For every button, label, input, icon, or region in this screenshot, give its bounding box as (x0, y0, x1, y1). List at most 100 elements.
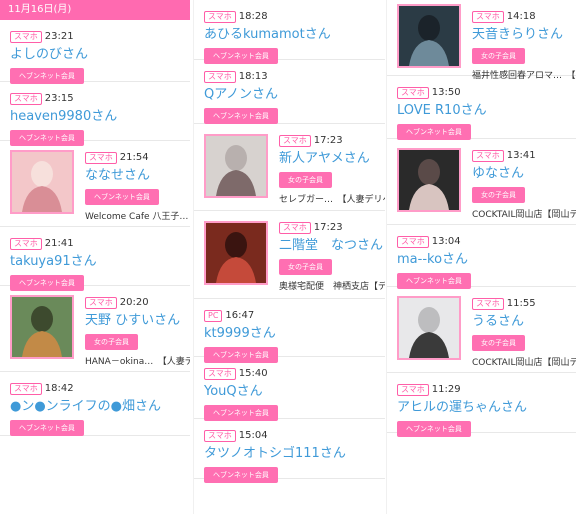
user-name-link[interactable]: kt9999さん (204, 326, 385, 342)
heaven-member-tag[interactable]: ヘブンネット会員 (397, 421, 471, 437)
heaven-member-tag[interactable]: ヘブンネット会員 (204, 108, 278, 124)
smartphone-badge: スマホ (472, 10, 504, 23)
row-meta: スマホ 21:54 (85, 147, 190, 166)
user-name-link[interactable]: 天野 ひすいさん (85, 313, 190, 329)
row-info: スマホ 23:21 よしのびさん ヘブンネット会員 (0, 20, 190, 84)
user-name-link[interactable]: ゆなさん (472, 166, 576, 182)
row-meta: スマホ 14:18 (472, 6, 576, 25)
pc-badge: PC (204, 309, 223, 322)
user-name-link[interactable]: takuya91さん (10, 254, 190, 270)
feed-column-3: スマホ 14:18 天音きらりさん 女の子会員 福井性感回春アロマ… 【出 スマホ 13:5… (386, 0, 576, 514)
user-photo[interactable] (204, 221, 268, 285)
girl-member-tag[interactable]: 女の子会員 (279, 172, 332, 188)
shop-name[interactable]: セレブガー… 【人妻デリヘ (279, 192, 385, 205)
feed-row[interactable]: スマホ 15:40 YouQさん ヘブンネット会員 (194, 357, 385, 421)
user-photo[interactable] (204, 133, 268, 198)
post-time: 23:21 (44, 31, 74, 42)
user-name-link[interactable]: YouQさん (204, 384, 385, 400)
user-name-link[interactable]: ななせさん (85, 168, 190, 184)
smartphone-badge: スマホ (10, 92, 42, 105)
shop-name[interactable]: HANA－okina… 【人妻デリ (85, 354, 190, 367)
post-time: 21:41 (44, 238, 74, 249)
feed-row[interactable]: スマホ20:20 天野 ひすいさん女の子会員 HANA－okina… 【人妻デリ (0, 286, 190, 372)
shop-name[interactable]: Welcome Cafe 八王子… 【 (85, 209, 190, 222)
activity-feed: 11月16日(月) スマホ 23:21 よしのびさん ヘブンネット会員 スマホ 23:15… (0, 0, 576, 514)
post-time: 17:23 (313, 135, 343, 146)
row-info: スマホ 14:18 天音きらりさん 女の子会員 福井性感回春アロマ… 【出 (472, 0, 576, 81)
feed-row[interactable]: スマホ21:54 ななせさんヘブンネット会員 Welcome Cafe 八王子… 【 (0, 141, 190, 227)
user-name-link[interactable]: 二階堂 なつさん (279, 238, 385, 254)
feed-column-1: 11月16日(月) スマホ 23:21 よしのびさん ヘブンネット会員 スマホ 23:15… (0, 0, 190, 514)
heaven-member-tag[interactable]: ヘブンネット会員 (10, 420, 84, 436)
photo-image (12, 152, 72, 212)
post-time: 23:15 (44, 93, 74, 104)
user-name-link[interactable]: Qアノンさん (204, 87, 385, 103)
user-photo[interactable] (10, 295, 74, 359)
feed-row[interactable]: スマホ 18:42 ●ン●ンライフの●畑さん ヘブンネット会員 (0, 372, 190, 436)
feed-row[interactable]: スマホ 21:41 takuya91さん ヘブンネット会員 (0, 227, 190, 291)
feed-row[interactable]: スマホ 13:41 ゆなさん 女の子会員 COCKTAIL岡山店【岡山デリ (387, 139, 576, 225)
post-time: 13:41 (506, 150, 536, 161)
user-photo[interactable] (397, 4, 461, 68)
feed-row[interactable]: スマホ 23:15 heaven9980さん ヘブンネット会員 (0, 82, 190, 146)
feed-row[interactable]: スマホ 18:13 Qアノンさん ヘブンネット会員 (194, 60, 385, 124)
row-meta: スマホ 11:29 (397, 379, 576, 398)
user-photo[interactable] (397, 148, 461, 212)
smartphone-badge: スマホ (10, 30, 42, 43)
feed-row[interactable]: スマホ 11:29 アヒルの運ちゃんさん ヘブンネット会員 (387, 373, 576, 437)
smartphone-badge: スマホ (10, 237, 42, 250)
shop-name[interactable]: 奥様宅配便 神栖支店【デリ (279, 279, 385, 292)
user-photo[interactable] (397, 296, 461, 360)
user-name-link[interactable]: ●ン●ンライフの●畑さん (10, 399, 190, 415)
post-time: 18:42 (44, 383, 74, 394)
feed-row[interactable]: スマホ 23:21 よしのびさん ヘブンネット会員 (0, 20, 190, 84)
girl-member-tag[interactable]: 女の子会員 (472, 48, 525, 64)
feed-row[interactable]: スマホ 13:50 LOVE R10さん ヘブンネット会員 (387, 76, 576, 140)
girl-member-tag[interactable]: 女の子会員 (279, 259, 332, 275)
heaven-member-tag[interactable]: ヘブンネット会員 (85, 189, 159, 205)
smartphone-badge: スマホ (204, 367, 236, 380)
row-info: スマホ20:20 天野 ひすいさん女の子会員 HANA－okina… 【人妻デリ (85, 286, 190, 367)
row-meta: スマホ 23:15 (10, 88, 190, 107)
heaven-member-tag[interactable]: ヘブンネット会員 (204, 467, 278, 483)
row-meta: スマホ 13:04 (397, 231, 576, 250)
user-name-link[interactable]: heaven9980さん (10, 109, 190, 125)
feed-row[interactable]: スマホ 15:04 タツノオトシゴ111さん ヘブンネット会員 (194, 419, 385, 483)
row-info: スマホ 15:04 タツノオトシゴ111さん ヘブンネット会員 (194, 419, 385, 483)
user-name-link[interactable]: 新人アヤメさん (279, 151, 385, 167)
user-name-link[interactable]: うるさん (472, 314, 576, 330)
heaven-member-tag[interactable]: ヘブンネット会員 (397, 124, 471, 140)
post-time: 17:23 (313, 222, 343, 233)
user-name-link[interactable]: 天音きらりさん (472, 27, 576, 43)
feed-row[interactable]: スマホ 17:23 新人アヤメさん 女の子会員 セレブガー… 【人妻デリヘ (194, 124, 385, 211)
user-photo[interactable] (10, 150, 74, 214)
user-name-link[interactable]: よしのびさん (10, 47, 190, 63)
feed-row[interactable]: スマホ 11:55 うるさん 女の子会員 COCKTAIL岡山店【岡山デリ (387, 287, 576, 373)
feed-row[interactable]: PC 16:47 kt9999さん ヘブンネット会員 (194, 299, 385, 363)
row-meta: スマホ 15:04 (204, 425, 385, 444)
user-name-link[interactable]: タツノオトシゴ111さん (204, 446, 385, 462)
feed-row[interactable]: スマホ 17:23 二階堂 なつさん 女の子会員 奥様宅配便 神栖支店【デリ (194, 211, 385, 299)
feed-row[interactable]: スマホ 14:18 天音きらりさん 女の子会員 福井性感回春アロマ… 【出 (387, 0, 576, 81)
feed-row[interactable]: スマホ 13:04 ma--koさん ヘブンネット会員 (387, 225, 576, 289)
row-meta: スマホ 15:40 (204, 363, 385, 382)
shop-name[interactable]: COCKTAIL岡山店【岡山デリ (472, 355, 576, 368)
user-name-link[interactable]: あひるkumamotさん (204, 27, 385, 43)
girl-member-tag[interactable]: 女の子会員 (85, 334, 138, 350)
user-name-link[interactable]: ma--koさん (397, 252, 576, 268)
post-time: 18:13 (238, 71, 268, 82)
girl-member-tag[interactable]: 女の子会員 (472, 335, 525, 351)
user-name-link[interactable]: アヒルの運ちゃんさん (397, 400, 576, 416)
smartphone-badge: スマホ (204, 10, 236, 23)
feed-row[interactable]: スマホ 18:28 あひるkumamotさん ヘブンネット会員 (194, 0, 385, 64)
post-time: 11:55 (506, 298, 536, 309)
post-time: 15:04 (238, 430, 268, 441)
photo-image (399, 150, 459, 210)
post-time: 16:47 (225, 310, 255, 321)
row-info: スマホ 15:40 YouQさん ヘブンネット会員 (194, 357, 385, 421)
user-name-link[interactable]: LOVE R10さん (397, 103, 576, 119)
row-meta: スマホ 20:20 (85, 292, 190, 311)
shop-name[interactable]: COCKTAIL岡山店【岡山デリ (472, 207, 576, 220)
girl-member-tag[interactable]: 女の子会員 (472, 187, 525, 203)
post-time: 21:54 (119, 152, 149, 163)
